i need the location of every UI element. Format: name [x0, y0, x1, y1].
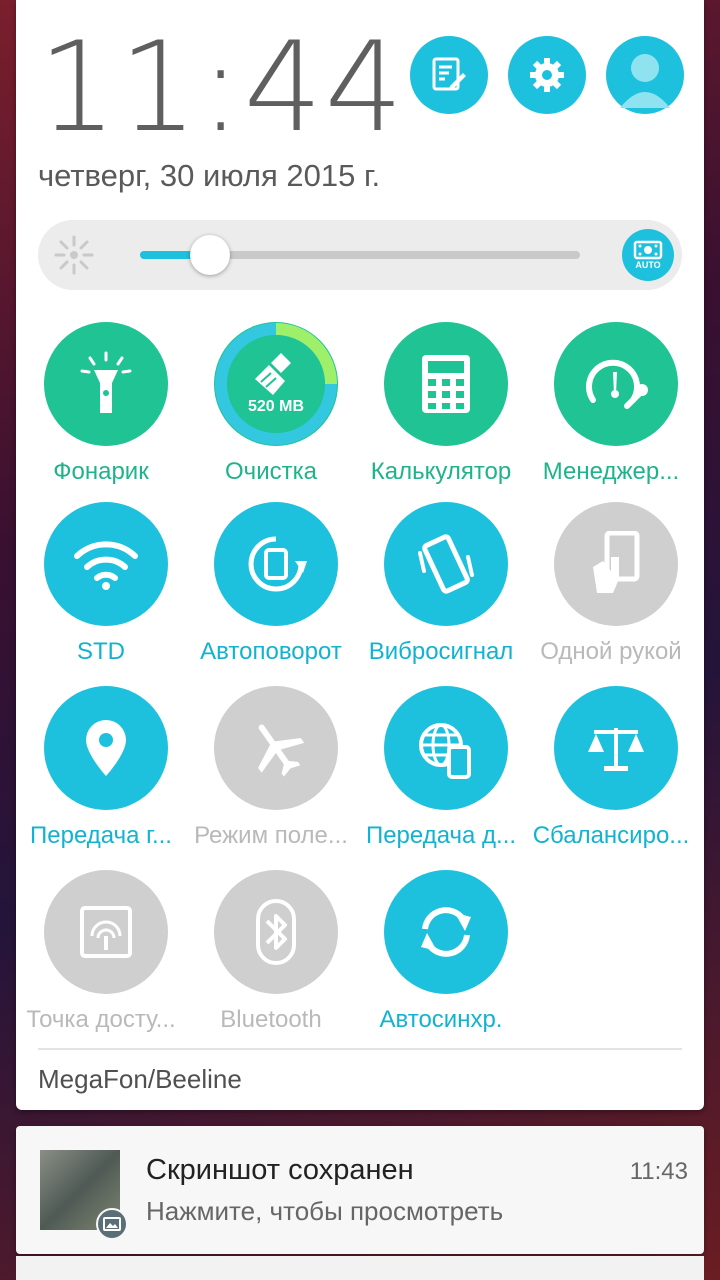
tile-autorotate-label: Автоповорот [200, 638, 342, 665]
tile-vibrate-label: Вибросигнал [368, 638, 514, 665]
tile-hotspot-label: Точка досту... [26, 1006, 176, 1033]
user-avatar-button[interactable] [606, 36, 684, 114]
auto-brightness-icon [633, 240, 663, 260]
auto-brightness-button[interactable]: AUTO [622, 229, 674, 281]
cleanup-broom-icon [255, 353, 291, 395]
settings-gear-icon [530, 58, 564, 92]
tile-flashlight-label: Фонарик [53, 458, 149, 485]
tile-vibrate[interactable]: Вибросигнал [356, 502, 526, 682]
tile-location[interactable]: Передача г... [16, 686, 186, 866]
tile-location-label: Передача г... [30, 822, 172, 849]
tile-mobile-data[interactable]: Передача д... [356, 686, 526, 866]
tile-cleanup[interactable]: 520 MB Очистка [186, 322, 356, 502]
tile-hotspot[interactable]: Точка досту... [16, 870, 186, 1050]
tile-airplane-label: Режим поле... [194, 822, 348, 849]
notification-text: Нажмите, чтобы просмотреть [146, 1196, 504, 1226]
next-notification-edge [16, 1256, 704, 1280]
tile-autosync-circle[interactable] [384, 870, 508, 994]
settings-button[interactable] [508, 36, 586, 114]
tile-mobile-data-circle[interactable] [384, 686, 508, 810]
tile-flashlight-circle[interactable] [44, 322, 168, 446]
tile-calculator-label: Калькулятор [370, 458, 512, 485]
tile-location-circle[interactable] [44, 686, 168, 810]
bluetooth-icon [256, 899, 296, 965]
auto-label: AUTO [635, 260, 661, 270]
screenshot-notification[interactable]: Скриншот сохранен Нажмите, чтобы просмот… [16, 1126, 704, 1254]
notification-time: 11:43 [629, 1158, 688, 1185]
brightness-slider[interactable] [140, 235, 580, 275]
tile-wifi-circle[interactable] [44, 502, 168, 626]
notification-title: Скриншот сохранен [146, 1154, 414, 1186]
tile-balanced-circle[interactable] [554, 686, 678, 810]
airplane-icon [258, 724, 305, 777]
tile-autorotate-circle[interactable] [214, 502, 338, 626]
edit-notes-icon [432, 57, 466, 91]
divider [38, 1048, 682, 1050]
brightness-sun-icon [54, 235, 94, 275]
edit-button[interactable] [410, 36, 488, 114]
quick-settings-panel: 11:44 четверг, 30 июля 2015 г. AUTO Фона… [16, 0, 704, 1110]
date-label[interactable]: четверг, 30 июля 2015 г. [38, 158, 380, 194]
calculator-icon [422, 355, 470, 413]
tile-manager[interactable]: Менеджер... [526, 322, 696, 502]
tile-calculator[interactable]: Калькулятор [356, 322, 526, 502]
tile-one-hand-label: Одной рукой [540, 638, 682, 665]
tile-balanced-label: Сбалансиро... [532, 822, 690, 849]
hotspot-icon [80, 906, 132, 958]
power-manager-icon [586, 359, 648, 409]
tile-hotspot-circle[interactable] [44, 870, 168, 994]
tile-one-hand-circle[interactable] [554, 502, 678, 626]
cleanup-badge: 520 MB [247, 398, 305, 415]
sync-icon [421, 907, 471, 957]
tile-airplane[interactable]: Режим поле... [186, 686, 356, 866]
wifi-icon [74, 541, 138, 590]
vibrate-icon [418, 534, 474, 594]
image-icon [96, 1208, 128, 1240]
tile-cleanup-circle[interactable]: 520 MB [214, 322, 338, 446]
brightness-thumb[interactable] [190, 235, 231, 275]
tile-vibrate-circle[interactable] [384, 502, 508, 626]
tile-calculator-circle[interactable] [384, 322, 508, 446]
tile-bluetooth-circle[interactable] [214, 870, 338, 994]
clock: 11:44 [38, 16, 406, 160]
tile-bluetooth-label: Bluetooth [220, 1006, 322, 1033]
tile-mobile-data-label: Передача д... [365, 822, 517, 849]
tile-flashlight[interactable]: Фонарик [16, 322, 186, 502]
mobile-data-icon [419, 723, 471, 779]
tile-one-hand[interactable]: Одной рукой [526, 502, 696, 682]
tile-manager-label: Менеджер... [542, 458, 680, 485]
tile-autosync-label: Автосинхр. [379, 1006, 503, 1033]
one-hand-icon [593, 531, 640, 593]
tile-wifi-label: STD [77, 638, 125, 665]
tile-bluetooth[interactable]: Bluetooth [186, 870, 356, 1050]
tile-balanced[interactable]: Сбалансиро... [526, 686, 696, 866]
tile-airplane-circle[interactable] [214, 686, 338, 810]
tile-autosync[interactable]: Автосинхр. [356, 870, 526, 1050]
tile-cleanup-label: Очистка [225, 458, 317, 485]
tile-wifi[interactable]: STD [16, 502, 186, 682]
location-icon [86, 720, 126, 776]
auto-rotate-icon [248, 536, 307, 592]
tile-manager-circle[interactable] [554, 322, 678, 446]
brightness-bar: AUTO [38, 220, 682, 290]
operator-label: MegaFon/Beeline [38, 1064, 242, 1094]
tile-autorotate[interactable]: Автоповорот [186, 502, 356, 682]
flashlight-icon [80, 351, 132, 413]
user-avatar-icon [620, 54, 670, 108]
balance-icon [588, 728, 644, 771]
